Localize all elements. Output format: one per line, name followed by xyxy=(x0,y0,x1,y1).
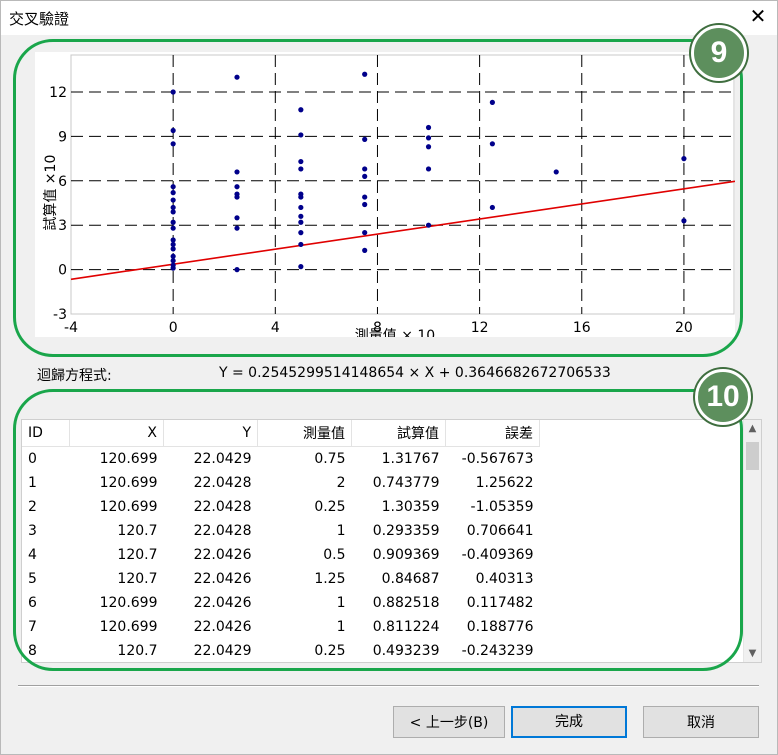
separator xyxy=(18,685,759,687)
window-title: 交叉驗證 xyxy=(9,10,70,28)
title-bar: 交叉驗證 ✕ xyxy=(1,1,777,35)
close-icon[interactable]: ✕ xyxy=(745,3,771,29)
scroll-up-icon[interactable]: ▲ xyxy=(744,420,761,437)
cancel-button[interactable]: 取消 xyxy=(643,706,759,738)
finish-button[interactable]: 完成 xyxy=(511,706,627,738)
callout-chart-outline xyxy=(13,39,743,357)
callout-badge-9: 9 xyxy=(691,25,747,81)
regression-equation-value: Y = 0.2545299514148654 × X + 0.364668267… xyxy=(219,365,611,381)
scroll-thumb[interactable] xyxy=(746,442,759,470)
callout-table-outline xyxy=(13,389,743,671)
vertical-scrollbar[interactable]: ▲ ▼ xyxy=(743,420,761,662)
regression-equation-label: 迴歸方程式: xyxy=(37,368,112,384)
cross-validation-dialog: 交叉驗證 ✕ -4 0 4 8 12 16 20 -3 0 3 6 9 12 測量值 × 10 試算值 ×1… xyxy=(0,0,778,755)
callout-badge-10: 10 xyxy=(695,369,751,425)
scroll-down-icon[interactable]: ▼ xyxy=(744,645,761,662)
back-button[interactable]: < 上一步(B) xyxy=(393,706,505,738)
